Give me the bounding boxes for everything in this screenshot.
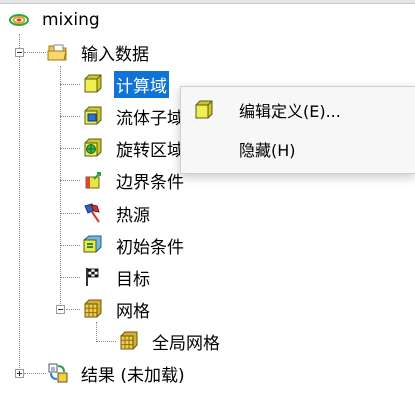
fluid-subdomain-icon bbox=[82, 105, 104, 127]
menu-item-edit-definition[interactable]: 编辑定义(E)... bbox=[181, 94, 415, 126]
tree-node-label: mixing bbox=[42, 10, 100, 30]
global-mesh-icon bbox=[118, 330, 140, 352]
domain-icon bbox=[193, 99, 215, 121]
rotating-region-icon bbox=[82, 137, 104, 159]
goal-flag-icon bbox=[82, 266, 104, 288]
tree-node-label: 结果 (未加载) bbox=[81, 365, 185, 386]
tree-line bbox=[60, 84, 80, 85]
menu-item-hide[interactable]: 隐藏(H) bbox=[181, 133, 415, 165]
tree-node-label: 流体子域 bbox=[116, 108, 184, 129]
tree-line bbox=[60, 213, 80, 214]
tree-line bbox=[24, 52, 46, 53]
tree-node-initial-conditions[interactable]: 初始条件 bbox=[82, 231, 186, 259]
tree-node-label: 初始条件 bbox=[116, 237, 184, 258]
collapse-input-toggle[interactable] bbox=[15, 48, 24, 57]
tree-node-results[interactable]: 结果 (未加载) bbox=[47, 359, 187, 387]
tree-line bbox=[60, 277, 80, 278]
tree-node-label: 边界条件 bbox=[116, 172, 184, 193]
tree-node-fluid-subdomains[interactable]: 流体子域 bbox=[82, 102, 186, 130]
tree-node-goals[interactable]: 目标 bbox=[82, 263, 152, 291]
panel-splitter[interactable]: ⌃⌃⌃ bbox=[0, 0, 415, 4]
menu-item-label: 编辑定义(E)... bbox=[239, 102, 341, 121]
menu-item-label: 隐藏(H) bbox=[239, 141, 296, 160]
mesh-icon bbox=[82, 298, 104, 320]
tree-line bbox=[60, 116, 80, 117]
splitter-grip-icon[interactable]: ⌃⌃⌃ bbox=[196, 0, 222, 4]
tree-node-rotating-regions[interactable]: 旋转区域 bbox=[82, 134, 186, 162]
tree-line bbox=[96, 322, 97, 342]
tree-node-heat-sources[interactable]: 热源 bbox=[82, 199, 152, 227]
boundary-condition-icon bbox=[82, 169, 104, 191]
tree-node-label: 网格 bbox=[116, 301, 150, 322]
tree-node-global-mesh[interactable]: 全局网格 bbox=[118, 327, 222, 355]
tree-line bbox=[60, 245, 80, 246]
tree-node-computational-domain[interactable]: 计算域 bbox=[82, 70, 169, 98]
collapse-mesh-toggle[interactable] bbox=[56, 305, 65, 314]
context-menu: 编辑定义(E)... 隐藏(H) bbox=[180, 86, 415, 174]
results-icon bbox=[47, 362, 69, 384]
tree-node-label: 旋转区域 bbox=[116, 140, 184, 161]
heat-source-icon bbox=[82, 202, 104, 224]
tree-line bbox=[60, 148, 80, 149]
tree-node-root[interactable]: mixing bbox=[8, 6, 102, 34]
tree-node-input-data[interactable]: 输入数据 bbox=[47, 38, 151, 66]
folder-open-icon bbox=[47, 41, 69, 63]
tree-node-boundary-conditions[interactable]: 边界条件 bbox=[82, 166, 186, 194]
tree-line bbox=[66, 309, 80, 310]
tree-node-label: 目标 bbox=[116, 269, 150, 290]
tree-line bbox=[96, 341, 116, 342]
initial-condition-icon bbox=[82, 234, 104, 256]
tree-node-label: 全局网格 bbox=[152, 333, 220, 354]
tree-node-label: 输入数据 bbox=[81, 44, 149, 65]
expand-results-toggle[interactable] bbox=[15, 369, 24, 378]
tree-node-label: 热源 bbox=[116, 205, 150, 226]
tree-line bbox=[24, 373, 46, 374]
tree-node-mesh[interactable]: 网格 bbox=[82, 295, 152, 323]
tree-line bbox=[60, 180, 80, 181]
tree-line bbox=[60, 66, 61, 310]
domain-icon bbox=[82, 73, 104, 95]
project-icon bbox=[8, 9, 30, 31]
tree-line bbox=[19, 34, 20, 374]
tree-node-label: 计算域 bbox=[114, 70, 169, 98]
